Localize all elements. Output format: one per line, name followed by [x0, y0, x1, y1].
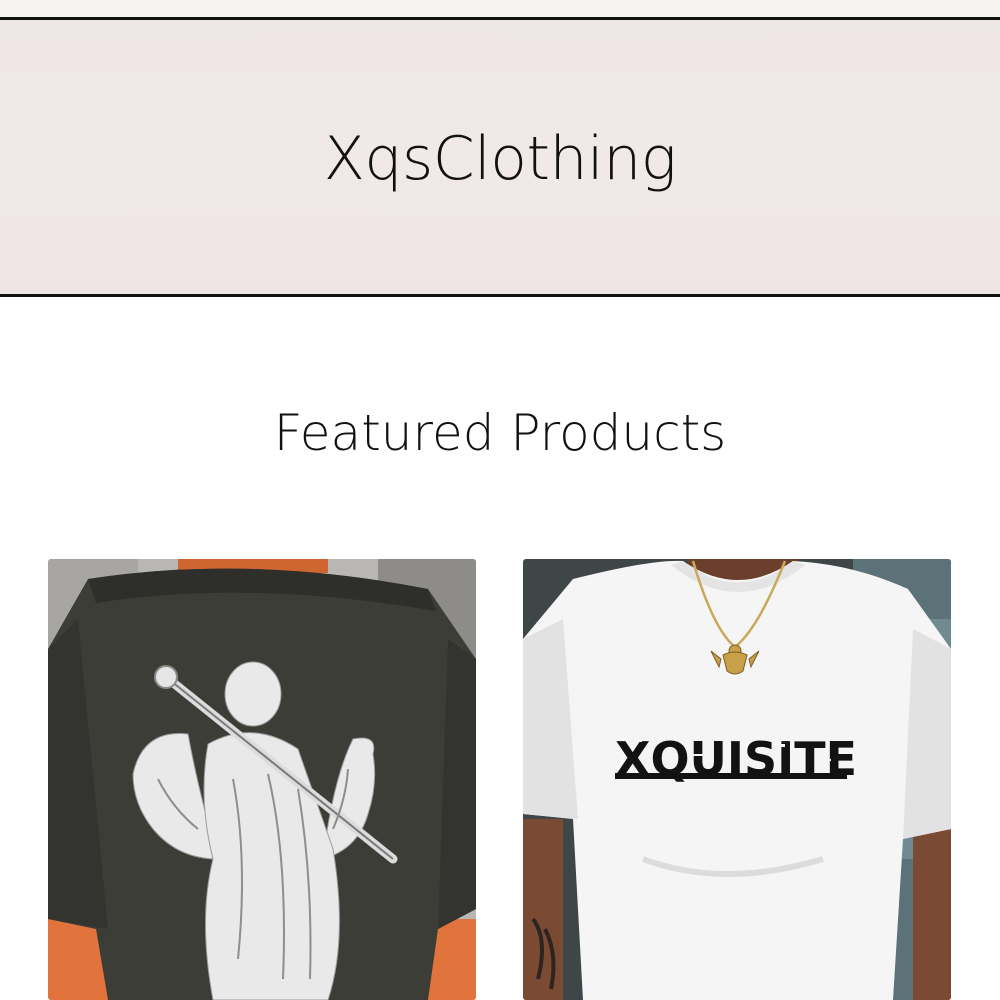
product-image-white-tshirt[interactable]: XQUISITE — [523, 559, 951, 1000]
product-card-2[interactable]: XQUISITE — [523, 559, 951, 1000]
site-header: XqsClothing — [0, 17, 1000, 297]
top-strip — [0, 0, 1000, 17]
brand-logo-link[interactable]: XqsClothing — [324, 124, 677, 194]
product-card-1[interactable] — [48, 559, 476, 1000]
product-image-black-tshirt[interactable] — [48, 559, 476, 1000]
featured-products-heading: Featured Products — [273, 404, 727, 462]
